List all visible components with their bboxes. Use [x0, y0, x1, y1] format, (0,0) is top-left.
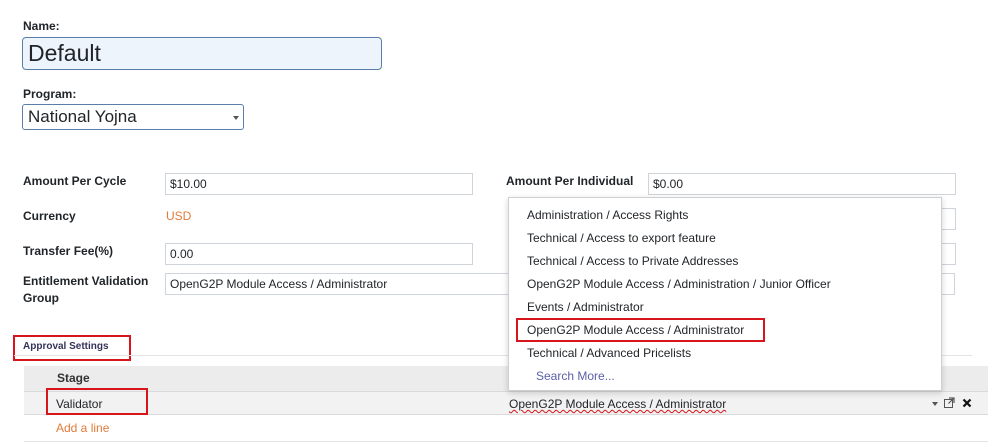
dropdown-item[interactable]: Technical / Access to export feature	[527, 231, 716, 246]
add-line-link[interactable]: Add a line	[56, 421, 109, 435]
dropdown-item[interactable]: Technical / Access to Private Addresses	[527, 254, 738, 269]
search-more-link[interactable]: Search More...	[536, 369, 615, 384]
program-select-value: National Yojna	[28, 107, 137, 126]
table-row[interactable]: Validator OpenG2P Module Access / Admini…	[24, 391, 988, 415]
program-label: Program:	[23, 87, 77, 101]
group-autocomplete-dropdown: Administration / Access Rights Technical…	[508, 197, 942, 391]
currency-label: Currency	[23, 209, 76, 223]
entitlement-validation-group-label-line2: Group	[23, 291, 59, 305]
currency-value[interactable]: USD	[166, 209, 191, 223]
amount-per-cycle-label: Amount Per Cycle	[23, 174, 127, 188]
divider	[24, 441, 988, 442]
amount-per-individual-label: Amount Per Individual	[506, 174, 634, 188]
transfer-fee-input[interactable]: 0.00	[165, 243, 473, 265]
delete-icon[interactable]	[962, 398, 972, 408]
dropdown-item[interactable]: OpenG2P Module Access / Administration /…	[527, 277, 831, 292]
highlight-box	[516, 318, 765, 342]
amount-per-individual-input[interactable]: $0.00	[648, 173, 956, 195]
dropdown-item[interactable]: Events / Administrator	[527, 300, 644, 315]
amount-per-cycle-input[interactable]: $10.00	[165, 173, 473, 195]
dropdown-item[interactable]: Administration / Access Rights	[527, 208, 688, 223]
column-header-stage: Stage	[57, 371, 90, 385]
name-label: Name:	[23, 19, 60, 33]
highlight-box	[13, 335, 131, 361]
entitlement-validation-group-value: OpenG2P Module Access / Administrator	[170, 277, 388, 291]
dropdown-item[interactable]: Technical / Advanced Pricelists	[527, 346, 691, 361]
external-link-icon[interactable]	[944, 397, 955, 408]
group-cell[interactable]: OpenG2P Module Access / Administrator	[509, 397, 726, 411]
program-select[interactable]: National Yojna	[22, 104, 244, 130]
name-input[interactable]: Default	[22, 37, 382, 70]
entitlement-validation-group-label-line1: Entitlement Validation	[23, 274, 149, 288]
chevron-down-icon	[233, 116, 239, 120]
transfer-fee-label: Transfer Fee(%)	[23, 244, 114, 258]
chevron-down-icon[interactable]	[932, 402, 938, 406]
highlight-box	[46, 388, 148, 415]
entitlement-validation-group-label: Entitlement Validation Group	[23, 273, 148, 307]
